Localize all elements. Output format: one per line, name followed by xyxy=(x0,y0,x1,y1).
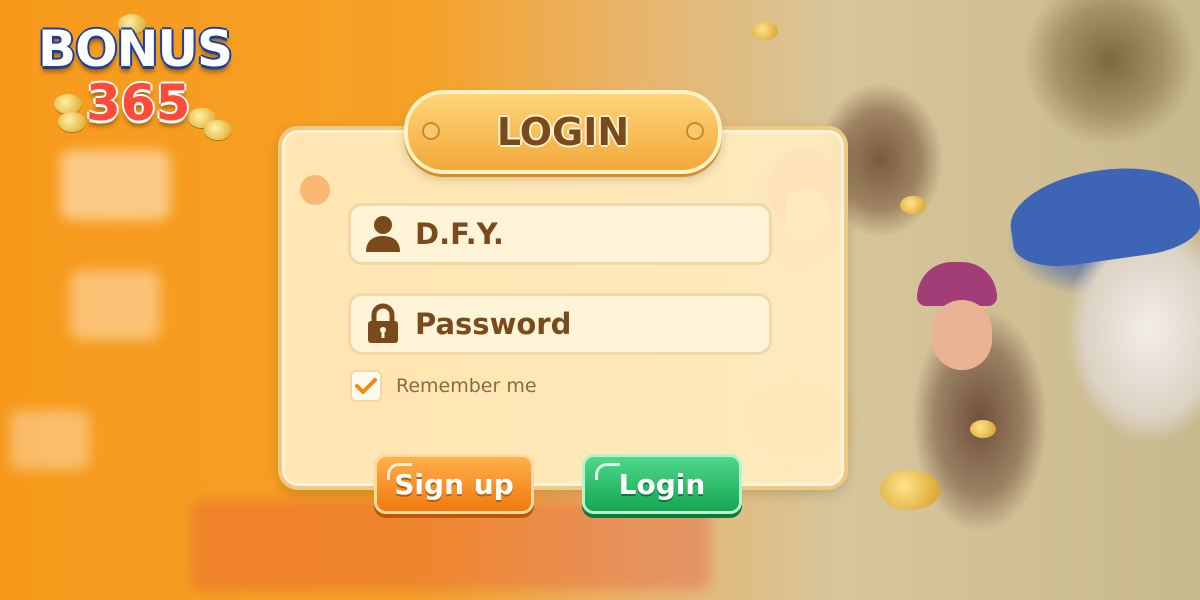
coin-icon xyxy=(58,112,86,132)
user-icon xyxy=(361,212,405,256)
brand-logo: BONUS 365 xyxy=(28,14,258,141)
login-label: Login xyxy=(618,467,706,501)
button-shine xyxy=(595,463,620,480)
sign-up-button[interactable]: Sign up xyxy=(374,454,534,514)
coin-decoration xyxy=(970,420,996,438)
lock-icon xyxy=(361,302,405,346)
background-blur-shape xyxy=(10,410,90,470)
password-placeholder: Password xyxy=(415,307,572,341)
coin-icon xyxy=(54,94,82,114)
coin-decoration xyxy=(752,22,778,40)
checkmark-icon xyxy=(355,378,377,394)
coin-icon xyxy=(204,120,232,140)
login-title-plate: LOGIN xyxy=(404,90,722,174)
page-title: LOGIN xyxy=(496,110,630,154)
username-field[interactable]: D.F.Y. xyxy=(348,203,772,265)
login-button[interactable]: Login xyxy=(582,454,742,514)
background-blur-shape xyxy=(70,270,160,340)
sign-up-label: Sign up xyxy=(394,467,514,501)
remember-checkbox[interactable] xyxy=(350,370,382,402)
screw-icon xyxy=(686,122,704,140)
background-blur-shape xyxy=(60,150,170,220)
username-value: D.F.Y. xyxy=(415,217,504,251)
coin-decoration xyxy=(900,196,926,214)
logo-number: 365 xyxy=(86,74,191,132)
logo-word: BONUS xyxy=(38,20,233,78)
coin-decoration xyxy=(880,470,940,510)
password-field[interactable]: Password xyxy=(348,293,772,355)
girl-character-face xyxy=(932,300,992,370)
remember-label: Remember me xyxy=(396,375,537,397)
remember-me-option[interactable]: Remember me xyxy=(350,370,537,402)
button-shine xyxy=(387,463,412,480)
panel-decoration-dot xyxy=(300,175,330,205)
screw-icon xyxy=(422,122,440,140)
